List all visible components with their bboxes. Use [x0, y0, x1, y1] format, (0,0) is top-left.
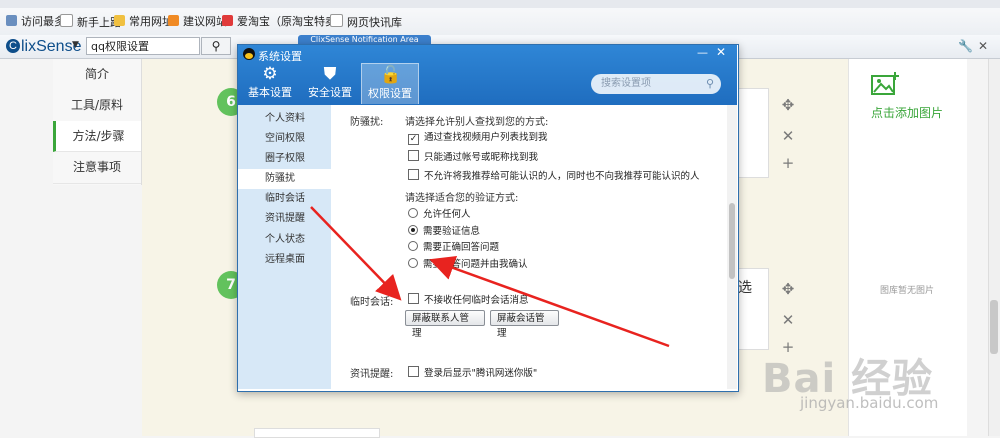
verify-option-answer-and-confirm[interactable]: 需要回答问题并由我确认 — [408, 256, 528, 270]
add-image-icon[interactable] — [870, 71, 900, 97]
search-icon[interactable]: ⚲ — [706, 77, 714, 90]
verify-method-prompt: 请选择适合您的验证方式: — [405, 193, 519, 204]
sidebar-item-temp-chat[interactable]: 临时会话 — [238, 189, 331, 209]
folder-icon — [114, 15, 125, 26]
sidebar-item-profile[interactable]: 个人资料 — [238, 109, 331, 129]
minimize-icon[interactable]: — — [697, 46, 708, 59]
temp-chat-block-option[interactable]: 不接收任何临时会话消息 — [408, 292, 529, 306]
favorite-suggested-sites[interactable]: 建议网站 — [168, 14, 227, 30]
news-alert-option[interactable]: 登录后显示"腾讯网迷你版" — [408, 365, 537, 379]
verify-option-correct-answer[interactable]: 需要正确回答问题 — [408, 239, 499, 253]
news-alert-label: 资讯提醒: — [350, 369, 394, 380]
dialog-body — [332, 105, 727, 389]
move-icon[interactable]: ✥ — [778, 96, 798, 114]
step-text-fragment: 选 — [738, 280, 752, 296]
wrench-icon[interactable]: 🔧 — [958, 39, 973, 53]
radio-button[interactable] — [408, 225, 418, 235]
checkbox[interactable]: ✓ — [408, 134, 419, 145]
blocked-sessions-button[interactable]: 屏蔽会话管理 — [490, 310, 559, 339]
gear-icon: ⚙ — [262, 64, 278, 84]
dialog-scroll-thumb[interactable] — [729, 203, 735, 279]
baidu-watermark-url: jingyan.baidu.com — [800, 394, 939, 412]
close-icon[interactable]: ✕ — [716, 45, 726, 59]
clixsense-logo[interactable]: ClixSense — [6, 38, 81, 56]
article-nav: 简介 工具/原料 方法/步骤 注意事项 — [53, 59, 142, 185]
page-icon — [330, 14, 343, 27]
step-card — [738, 88, 769, 178]
close-icon[interactable]: ✕ — [978, 39, 988, 53]
unlock-icon: 🔓 — [380, 65, 402, 85]
settings-search-input[interactable]: 搜索设置项 — [591, 74, 721, 94]
favorite-most-visited[interactable]: 访问最多 — [6, 14, 65, 30]
tab-security-settings[interactable]: ⛊ 安全设置 — [301, 63, 359, 104]
verify-option-verification-message[interactable]: 需要验证信息 — [408, 223, 480, 237]
favorite-getting-started[interactable]: 新手上路 — [60, 14, 121, 30]
sidebar-item-anti-harassment[interactable]: 防骚扰 — [238, 169, 331, 189]
step-card — [254, 428, 380, 438]
radio-button[interactable] — [408, 208, 418, 218]
star-icon — [6, 15, 17, 26]
dialog-title: 系统设置 — [258, 50, 302, 63]
tab-basic-settings[interactable]: ⚙ 基本设置 — [241, 63, 299, 104]
move-icon[interactable]: ✥ — [778, 280, 798, 298]
shield-icon: ⛊ — [323, 64, 337, 84]
find-option-video-list[interactable]: ✓ 通过查找视频用户列表找到我 — [408, 129, 548, 145]
anti-harassment-label: 防骚扰: — [350, 117, 384, 128]
favorite-aitaobao[interactable]: 爱淘宝（原淘宝特卖） — [222, 14, 347, 30]
page-icon — [60, 14, 73, 27]
nav-notes[interactable]: 注意事项 — [53, 152, 141, 184]
sidebar-item-circle-permission[interactable]: 圈子权限 — [238, 149, 331, 169]
find-method-prompt: 请选择允许别人查找到您的方式: — [405, 117, 549, 128]
sidebar-item-space-permission[interactable]: 空间权限 — [238, 129, 331, 149]
tab-permission-settings[interactable]: 🔓 权限设置 — [361, 63, 419, 104]
sidebar-item-remote-desktop[interactable]: 远程桌面 — [238, 250, 331, 270]
find-option-no-recommend[interactable]: 不允许将我推荐给可能认识的人，同时也不向我推荐可能认识的人 — [408, 168, 700, 182]
verify-option-anyone[interactable]: 允许任何人 — [408, 206, 471, 220]
checkbox[interactable] — [408, 169, 419, 180]
sidebar-item-status[interactable]: 个人状态 — [238, 230, 331, 250]
blocked-contacts-button[interactable]: 屏蔽联系人管理 — [405, 310, 485, 339]
nav-intro[interactable]: 简介 — [53, 59, 141, 91]
add-image-label[interactable]: 点击添加图片 — [851, 104, 963, 121]
find-option-account-only[interactable]: 只能通过帐号或昵称找到我 — [408, 149, 538, 163]
search-icon[interactable]: ⚲ — [201, 37, 231, 55]
qq-penguin-icon — [245, 53, 253, 59]
delete-icon[interactable]: ✕ — [778, 311, 798, 329]
delete-icon[interactable]: ✕ — [778, 127, 798, 145]
add-icon[interactable]: + — [778, 154, 798, 172]
radio-button[interactable] — [408, 258, 418, 268]
temp-chat-label: 临时会话: — [350, 297, 394, 308]
page-scroll-thumb[interactable] — [990, 300, 998, 354]
suggested-sites-icon — [168, 15, 179, 26]
no-image-text: 图库暂无图片 — [879, 286, 934, 296]
taobao-icon — [222, 15, 233, 26]
checkbox[interactable] — [408, 366, 419, 377]
favorite-common-sites[interactable]: 常用网址 — [114, 14, 173, 30]
sidebar-item-news-alert[interactable]: 资讯提醒 — [238, 209, 331, 229]
radio-button[interactable] — [408, 241, 418, 251]
favorite-web-slice-gallery[interactable]: 网页快讯库 — [330, 14, 402, 30]
checkbox[interactable] — [408, 293, 419, 304]
checkbox[interactable] — [408, 150, 419, 161]
favorites-bar: 访问最多 新手上路 常用网址 建议网站 爱淘宝（原淘宝特卖） 网页快讯库 — [0, 8, 1000, 36]
toolbar-search-input[interactable]: qq权限设置 — [86, 37, 200, 55]
nav-steps[interactable]: 方法/步骤 — [53, 121, 141, 152]
nav-tools[interactable]: 工具/原料 — [53, 90, 141, 122]
page-scrollbar[interactable] — [988, 59, 1000, 436]
chevron-down-icon[interactable]: ▼ — [72, 40, 79, 50]
